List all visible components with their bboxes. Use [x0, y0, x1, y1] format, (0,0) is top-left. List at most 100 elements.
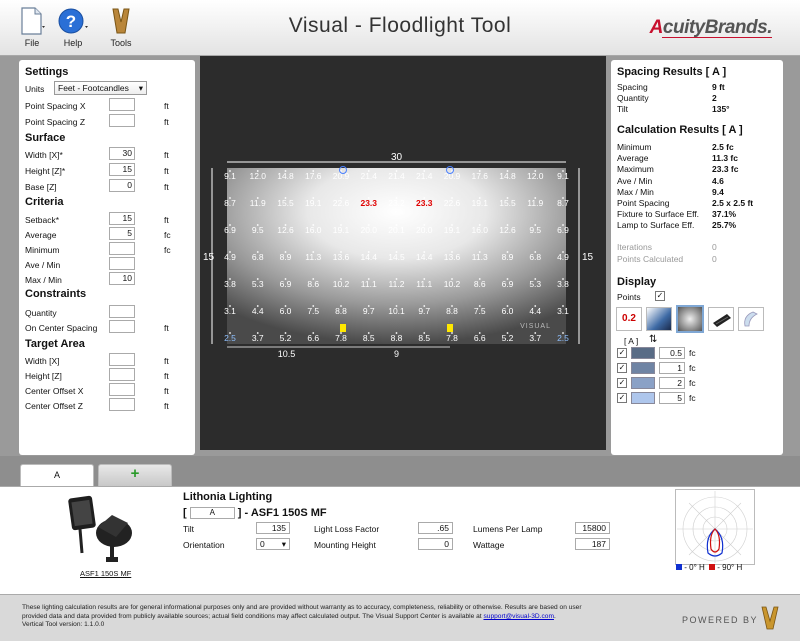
ave-min-input[interactable]: [109, 257, 135, 270]
photometric-polar-plot: [675, 489, 755, 565]
grid-value-label: 8.7: [224, 198, 236, 208]
calc-result-value: 11.3 fc: [712, 153, 738, 164]
grid-value-label: 11.3: [472, 252, 488, 262]
average-unit: fc: [164, 230, 171, 240]
logo-underline: [662, 37, 772, 38]
surface-width-input[interactable]: 30: [109, 147, 135, 160]
spacing-result-value: 135°: [712, 104, 730, 114]
chevron-down-icon: ▾: [138, 83, 143, 93]
on-center-spacing-input[interactable]: [109, 320, 135, 333]
calculation-canvas[interactable]: 30 15 15 9.1 12.0 14.8 17.6 20.9 21.4 21.4 21.4 20.…: [200, 56, 606, 450]
center-offset-x-input[interactable]: [109, 383, 135, 396]
iso-level-input[interactable]: 2: [659, 377, 685, 389]
point-spacing-z-label: Point Spacing Z: [25, 117, 86, 127]
fixture-marker: [447, 324, 453, 332]
grid-value-label: 20.0: [416, 225, 433, 235]
grid-value-label: 11.1: [361, 279, 377, 289]
support-email-link[interactable]: support@visual-3D.com: [483, 613, 553, 620]
grid-value-label: 12.6: [499, 225, 516, 235]
iso-level-unit: fc: [689, 348, 696, 358]
tilt-label: Tilt: [183, 524, 195, 534]
center-offset-z-unit: ft: [164, 401, 169, 411]
grid-value-label: 19.1: [471, 198, 488, 208]
grid-value-label: 13.6: [444, 252, 461, 262]
fixture-model-link[interactable]: ASF1 150S MF: [80, 569, 131, 578]
grid-value-label: 16.0: [471, 225, 488, 235]
point-spacing-z-input[interactable]: [109, 114, 135, 127]
surface-height-input[interactable]: 15: [109, 163, 135, 176]
rendered-display-button[interactable]: [676, 305, 704, 333]
isoline-display-button[interactable]: [646, 307, 672, 331]
points-label: Points: [617, 292, 641, 302]
points-checkbox[interactable]: ✓: [655, 291, 665, 301]
grid-value-label: 11.9: [250, 198, 266, 208]
mounting-height-input[interactable]: 0: [418, 538, 453, 550]
calc-result-value: 4.6: [712, 175, 724, 186]
grid-value-label: 6.9: [224, 225, 236, 235]
powered-by-label: POWERED BY: [681, 615, 758, 625]
center-offset-z-label: Center Offset Z: [25, 401, 83, 411]
minimum-input[interactable]: [109, 242, 135, 255]
grid-value-label: 3.1: [224, 306, 236, 316]
iso-level-swatch[interactable]: [631, 362, 655, 374]
iso-header: [ A ]: [624, 336, 639, 346]
units-select[interactable]: Feet - Footcandles ▾: [54, 81, 147, 95]
iso-level-checkbox[interactable]: ✓: [617, 363, 627, 373]
iso-level-input[interactable]: 1: [659, 362, 685, 374]
tab-fixture-a[interactable]: A: [20, 464, 94, 486]
grid-value-label: 23.2: [388, 198, 405, 208]
target-height-input[interactable]: [109, 368, 135, 381]
grid-value-label: 8.5: [363, 333, 375, 343]
grid-value-label: 8.5: [418, 333, 430, 343]
grid-value-label: 10.2: [444, 279, 461, 289]
calc-result-label: Maximum: [617, 164, 654, 175]
version-text: Vertical Tool version: 1.1.0.0: [22, 621, 105, 628]
setback-input[interactable]: 15: [109, 212, 135, 225]
tilt-input[interactable]: 135: [256, 522, 290, 534]
iso-level-checkbox[interactable]: ✓: [617, 378, 627, 388]
grid-value-label: 3.7: [252, 333, 264, 343]
calc-result-label: Ave / Min: [617, 175, 653, 186]
iso-level-swatch[interactable]: [631, 347, 655, 359]
points-display-button[interactable]: 0.2: [616, 307, 642, 331]
quantity-input[interactable]: [109, 305, 135, 318]
iso-level-input[interactable]: 5: [659, 392, 685, 404]
plus-icon: +: [130, 465, 140, 482]
lumens-per-lamp-input[interactable]: 15800: [575, 522, 610, 534]
calculation-grid-svg[interactable]: 3015 159.1 12.0 14.8 17.6 20.9 21.4 21.4 21.4 20.…: [200, 56, 606, 450]
wattage-input[interactable]: 187: [575, 538, 610, 550]
results-panel: Spacing Results [ A ] Spacing 9 ft Quantit…: [611, 60, 783, 455]
iso-level-swatch[interactable]: [631, 377, 655, 389]
calc-result-value: 9.4: [712, 186, 724, 197]
grid-value-label: 7.8: [335, 333, 347, 343]
setback-label: Setback*: [25, 215, 60, 225]
average-input[interactable]: 5: [109, 227, 135, 240]
acuity-brands-logo: AcuityBrands.: [649, 17, 773, 38]
grid-value-label: 9.1: [557, 171, 569, 181]
sort-icon[interactable]: ⇅: [649, 334, 657, 345]
light-loss-factor-input[interactable]: .65: [418, 522, 453, 534]
target-width-input[interactable]: [109, 353, 135, 366]
iso-level-swatch[interactable]: [631, 392, 655, 404]
grid-value-label: 8.6: [474, 279, 486, 289]
surface-base-input[interactable]: 0: [109, 179, 135, 192]
point-spacing-x-input[interactable]: [109, 98, 135, 111]
grid-value-label: 3.8: [557, 279, 569, 289]
orientation-select[interactable]: 0 ▾: [256, 538, 290, 550]
fixture-tag-input[interactable]: A: [189, 507, 235, 520]
fixture-image: [68, 495, 132, 562]
beam-display-button[interactable]: [738, 307, 764, 331]
mounting-height-label: Mounting Height: [314, 540, 376, 550]
surface-height-unit: ft: [164, 166, 169, 176]
fixture-display-button[interactable]: [708, 307, 734, 331]
max-min-input[interactable]: 10: [109, 272, 135, 285]
help-label: Help: [63, 38, 83, 48]
grid-value-label: 6.6: [307, 333, 319, 343]
iso-level-input[interactable]: 0.5: [659, 347, 685, 359]
iso-level-checkbox[interactable]: ✓: [617, 348, 627, 358]
on-center-spacing-label: On Center Spacing: [25, 323, 98, 333]
iso-level-checkbox[interactable]: ✓: [617, 393, 627, 403]
add-fixture-tab-button[interactable]: +: [98, 464, 172, 486]
center-offset-z-input[interactable]: [109, 398, 135, 411]
manufacturer-name: Lithonia Lighting: [183, 491, 273, 503]
